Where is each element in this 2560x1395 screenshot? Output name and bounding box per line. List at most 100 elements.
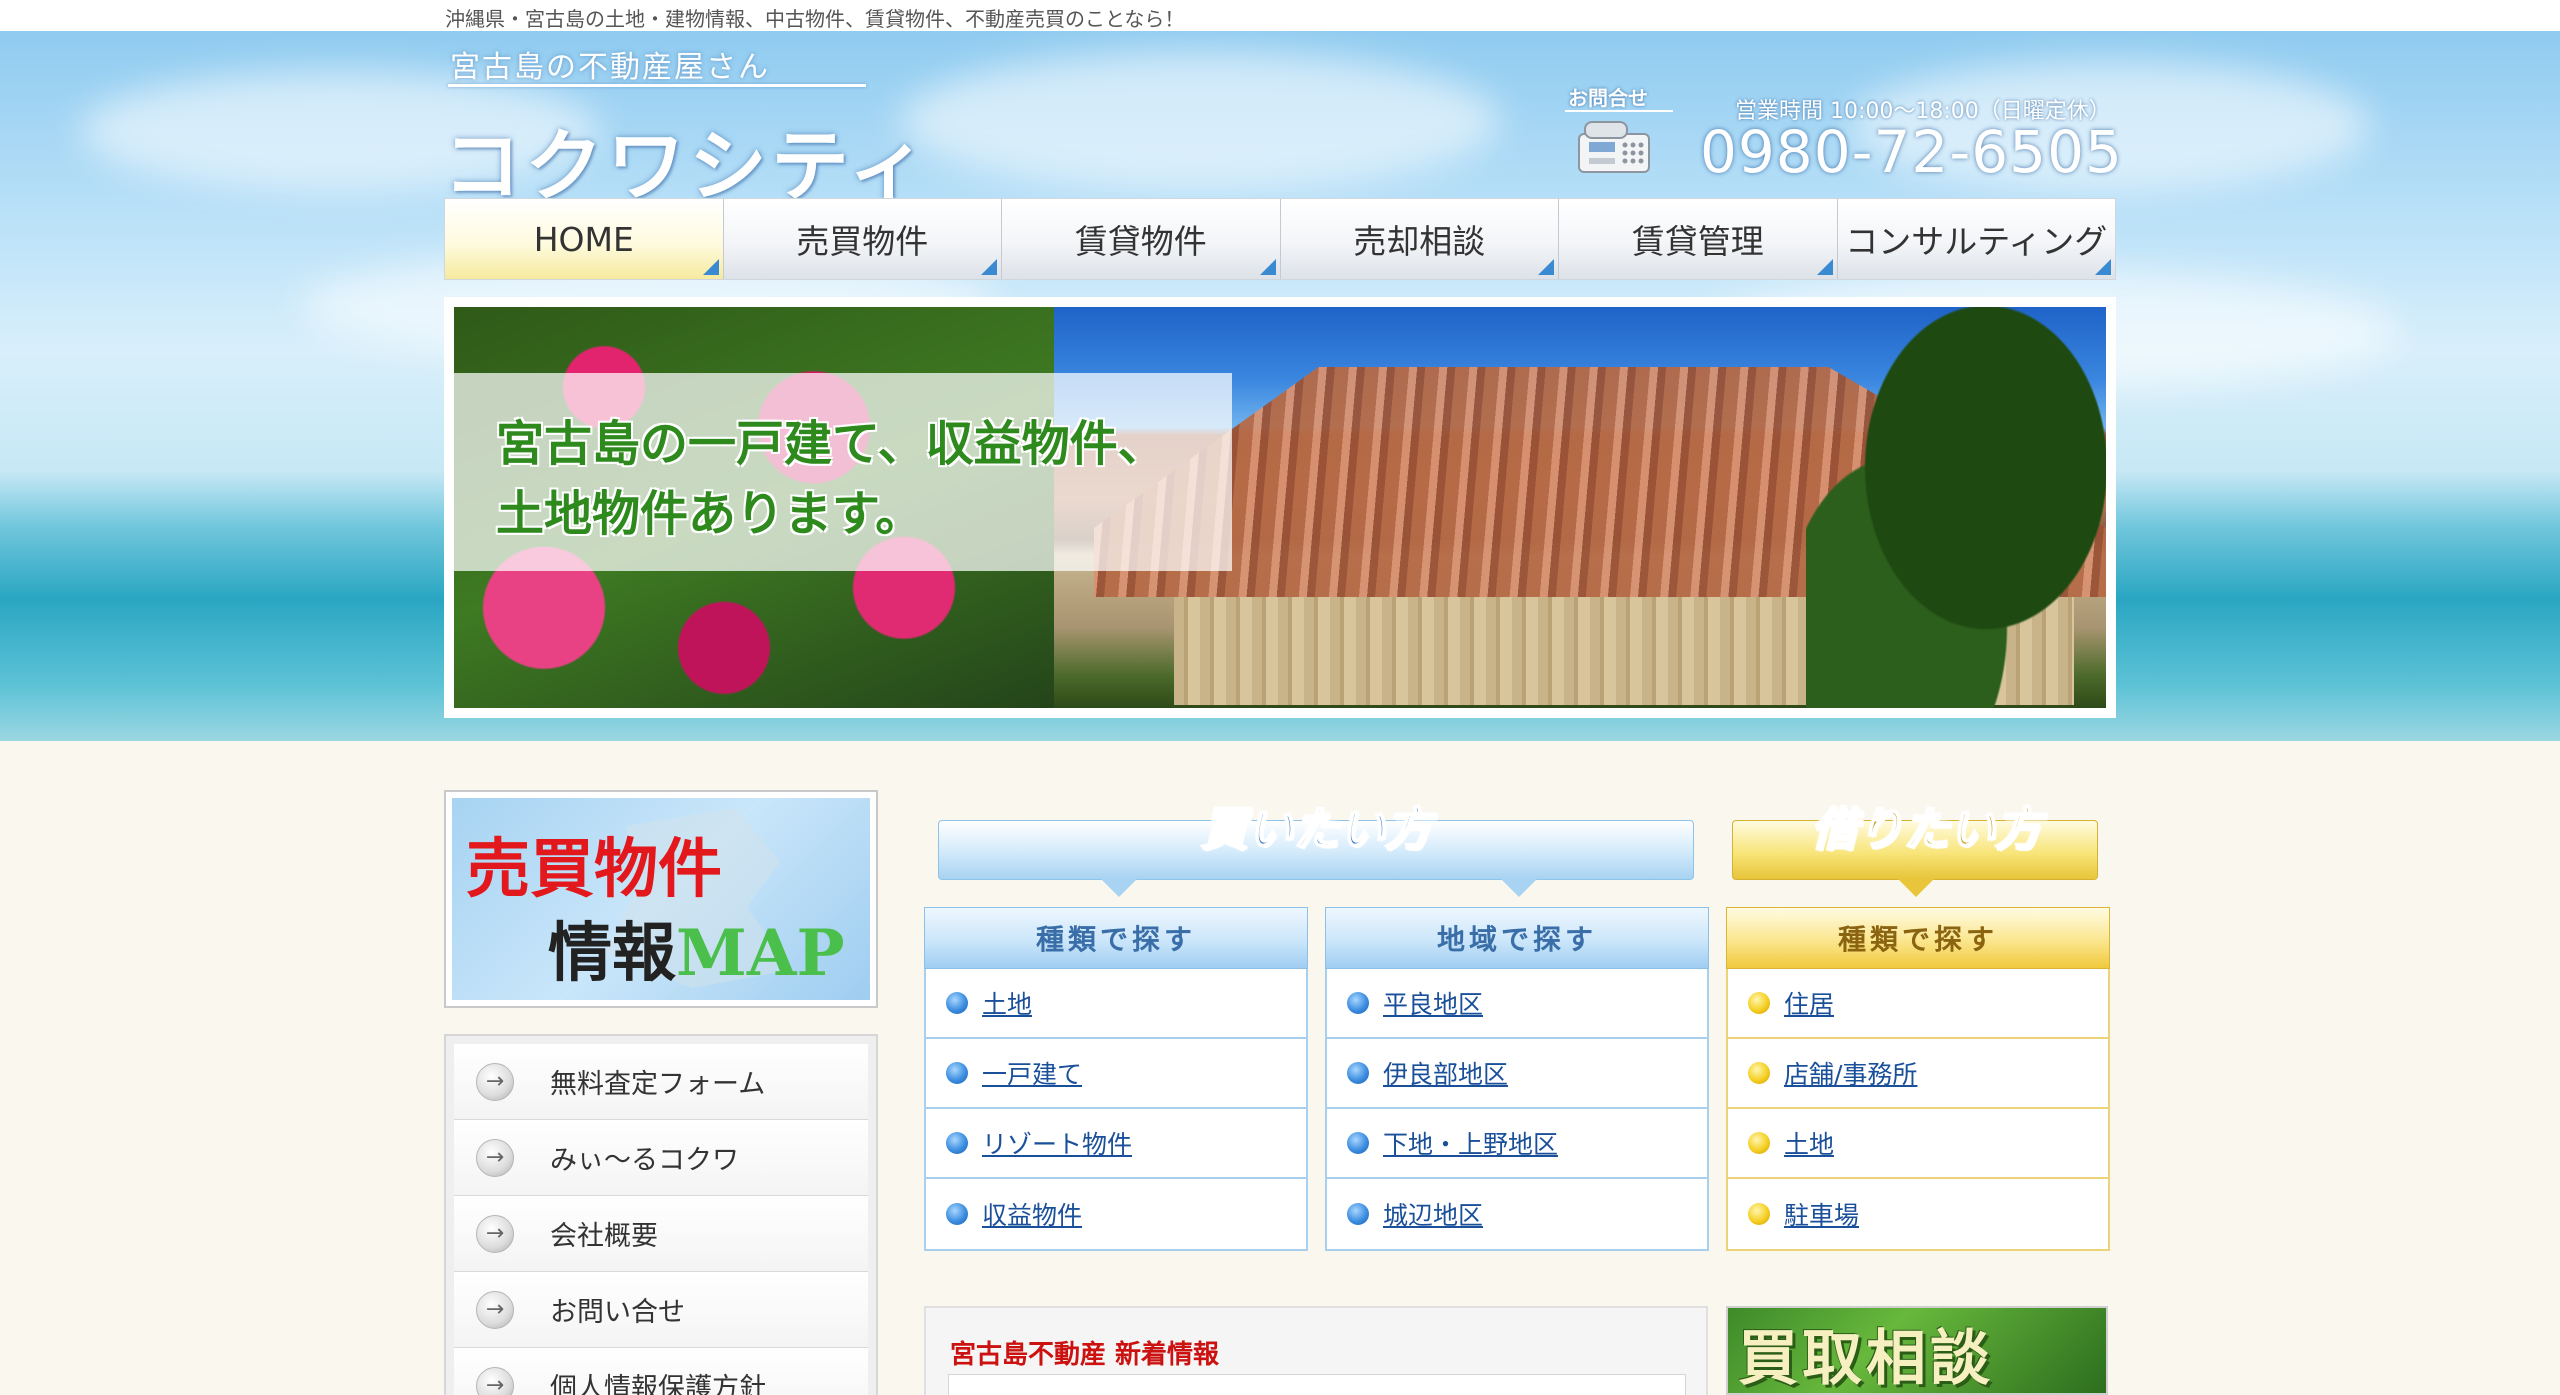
ribbon-notch [1501,879,1537,897]
sidebar-item-company[interactable]: → 会社概要 [454,1196,868,1272]
corner-arrow-icon [1259,259,1276,275]
purchase-consultation-banner[interactable]: 買取相談 [1726,1306,2108,1395]
link-income-property[interactable]: 収益物件 [982,1196,1082,1232]
bullet-icon [946,1062,968,1084]
list-item: 土地 [926,969,1306,1039]
arrow-right-icon: → [476,1366,514,1395]
contact-label: お問合せ [1568,86,1648,110]
link-resort-property[interactable]: リゾート物件 [982,1125,1132,1161]
rent-by-type-panel: 種類で探す 住居 店舗/事務所 土地 駐車場 [1726,907,2110,1251]
bullet-icon [1748,1132,1770,1154]
link-rent-land[interactable]: 土地 [1784,1125,1834,1161]
arrow-right-icon: → [476,1138,514,1177]
list-item: 土地 [1728,1109,2108,1179]
property-map-link[interactable]: 売買物件 情報MAP [444,790,878,1008]
corner-arrow-icon [2095,259,2111,275]
nav-sale-consultation[interactable]: 売却相談 [1280,199,1559,279]
news-title: 宮古島不動産 新着情報 [950,1340,1220,1370]
sidebar-item-label: みぃ～るコクワ [550,1145,739,1176]
hero-banner: 宮古島の一戸建て、収益物件、 土地物件あります。 [444,297,2116,718]
bullet-icon [1748,1203,1770,1225]
banner-caption-line2: 土地物件あります。 [496,486,924,542]
list-item: 一戸建て [926,1039,1306,1109]
buy-ribbon: 買いたい方 [938,801,1694,897]
nav-sale-properties[interactable]: 売買物件 [723,199,1002,279]
sidebar-item-contact[interactable]: → お問い合せ [454,1272,868,1348]
main-nav: HOME 売買物件 賃貸物件 売却相談 賃貸管理 コンサルティング [444,198,2116,280]
nav-consulting[interactable]: コンサルティング [1837,199,2115,279]
nav-rental-properties[interactable]: 賃貸物件 [1002,199,1281,279]
buy-by-area-panel: 地域で探す 平良地区 伊良部地区 下地・上野地区 城辺地区 [1325,907,1709,1251]
sidebar-item-label: 無料査定フォーム [550,1069,766,1100]
panel-heading: 地域で探す [1325,907,1709,969]
corner-arrow-icon [1538,259,1554,275]
link-irabu[interactable]: 伊良部地区 [1383,1055,1508,1091]
nav-label: HOME [533,219,634,259]
news-panel: 宮古島不動産 新着情報 [924,1306,1708,1395]
map-title-line2: 情報MAP [548,902,845,994]
list-item: 住居 [1728,969,2108,1039]
corner-arrow-icon [702,259,719,275]
nav-rental-management[interactable]: 賃貸管理 [1559,199,1838,279]
tree-graphic [1806,307,2106,708]
link-hirara[interactable]: 平良地区 [1383,985,1483,1021]
panel-heading: 種類で探す [1726,907,2110,969]
top-bar: 沖縄県・宮古島の土地・建物情報、中古物件、賃貸物件、不動産売買のことなら！ [0,0,2560,31]
panel-heading: 種類で探す [924,907,1308,969]
phone-fax-icon [1578,121,1650,173]
list-item: 城辺地区 [1327,1179,1707,1249]
logo-divider [448,84,866,87]
sidebar-item-label: お問い合せ [550,1297,685,1328]
map-title-accent: MAP [676,916,845,991]
sidebar-menu: → 無料査定フォーム → みぃ～るコクワ → 会社概要 → お問い合せ → 個人情報保護方… [444,1034,878,1395]
news-list[interactable] [948,1374,1686,1395]
nav-label: 賃貸管理 [1631,222,1764,261]
bullet-icon [1347,1062,1369,1084]
sidebar-item-privacy[interactable]: → 個人情報保護方針 [454,1348,868,1395]
arrow-right-icon: → [476,1062,514,1101]
link-gusukube[interactable]: 城辺地区 [1383,1196,1483,1232]
list-item: 駐車場 [1728,1179,2108,1249]
nav-home[interactable]: HOME [445,199,724,279]
link-parking[interactable]: 駐車場 [1784,1196,1859,1232]
contact-divider [1565,110,1673,112]
bullet-icon [1347,1203,1369,1225]
ribbon-notch [1101,879,1137,897]
bullet-icon [946,1203,968,1225]
ribbon-notch [1898,879,1934,897]
panel-list: 土地 一戸建て リゾート物件 収益物件 [924,969,1308,1251]
bullet-icon [1347,1132,1369,1154]
list-item: 店舗/事務所 [1728,1039,2108,1109]
link-residence[interactable]: 住居 [1784,985,1834,1021]
bullet-icon [946,1132,968,1154]
map-title-text: 情報 [548,916,676,991]
sidebar-item-label: 会社概要 [550,1221,658,1252]
nav-label: 賃貸物件 [1074,222,1207,261]
buy-by-type-panel: 種類で探す 土地 一戸建て リゾート物件 収益物件 [924,907,1308,1251]
sidebar-item-miru-kokuwa[interactable]: → みぃ～るコクワ [454,1120,868,1196]
panel-list: 住居 店舗/事務所 土地 駐車場 [1726,969,2110,1251]
arrow-right-icon: → [476,1290,514,1329]
banner-caption: 宮古島の一戸建て、収益物件、 土地物件あります。 [454,373,1232,571]
banner-caption-line1: 宮古島の一戸建て、収益物件、 [496,416,1166,472]
link-land[interactable]: 土地 [982,985,1032,1021]
phone-number[interactable]: 0980-72-6505 [1700,118,2123,186]
site-tagline: 沖縄県・宮古島の土地・建物情報、中古物件、賃貸物件、不動産売買のことなら！ [445,7,1185,31]
link-detached-house[interactable]: 一戸建て [982,1055,1082,1091]
list-item: 平良地区 [1327,969,1707,1039]
panel-list: 平良地区 伊良部地区 下地・上野地区 城辺地区 [1325,969,1709,1251]
bullet-icon [1347,992,1369,1014]
link-shimoji-ueno[interactable]: 下地・上野地区 [1383,1125,1558,1161]
sidebar-item-label: 個人情報保護方針 [550,1373,766,1395]
bullet-icon [1748,1062,1770,1084]
link-shop-office[interactable]: 店舗/事務所 [1784,1055,1917,1091]
sidebar-item-free-appraisal[interactable]: → 無料査定フォーム [454,1044,868,1120]
list-item: 収益物件 [926,1179,1306,1249]
arrow-right-icon: → [476,1214,514,1253]
nav-label: 売買物件 [796,222,929,261]
banner-image: 宮古島の一戸建て、収益物件、 土地物件あります。 [454,307,2106,708]
map-title-line1: 売買物件 [466,832,722,907]
list-item: 下地・上野地区 [1327,1109,1707,1179]
logo-subtitle: 宮古島の不動産屋さん [450,50,770,85]
corner-arrow-icon [981,259,997,275]
